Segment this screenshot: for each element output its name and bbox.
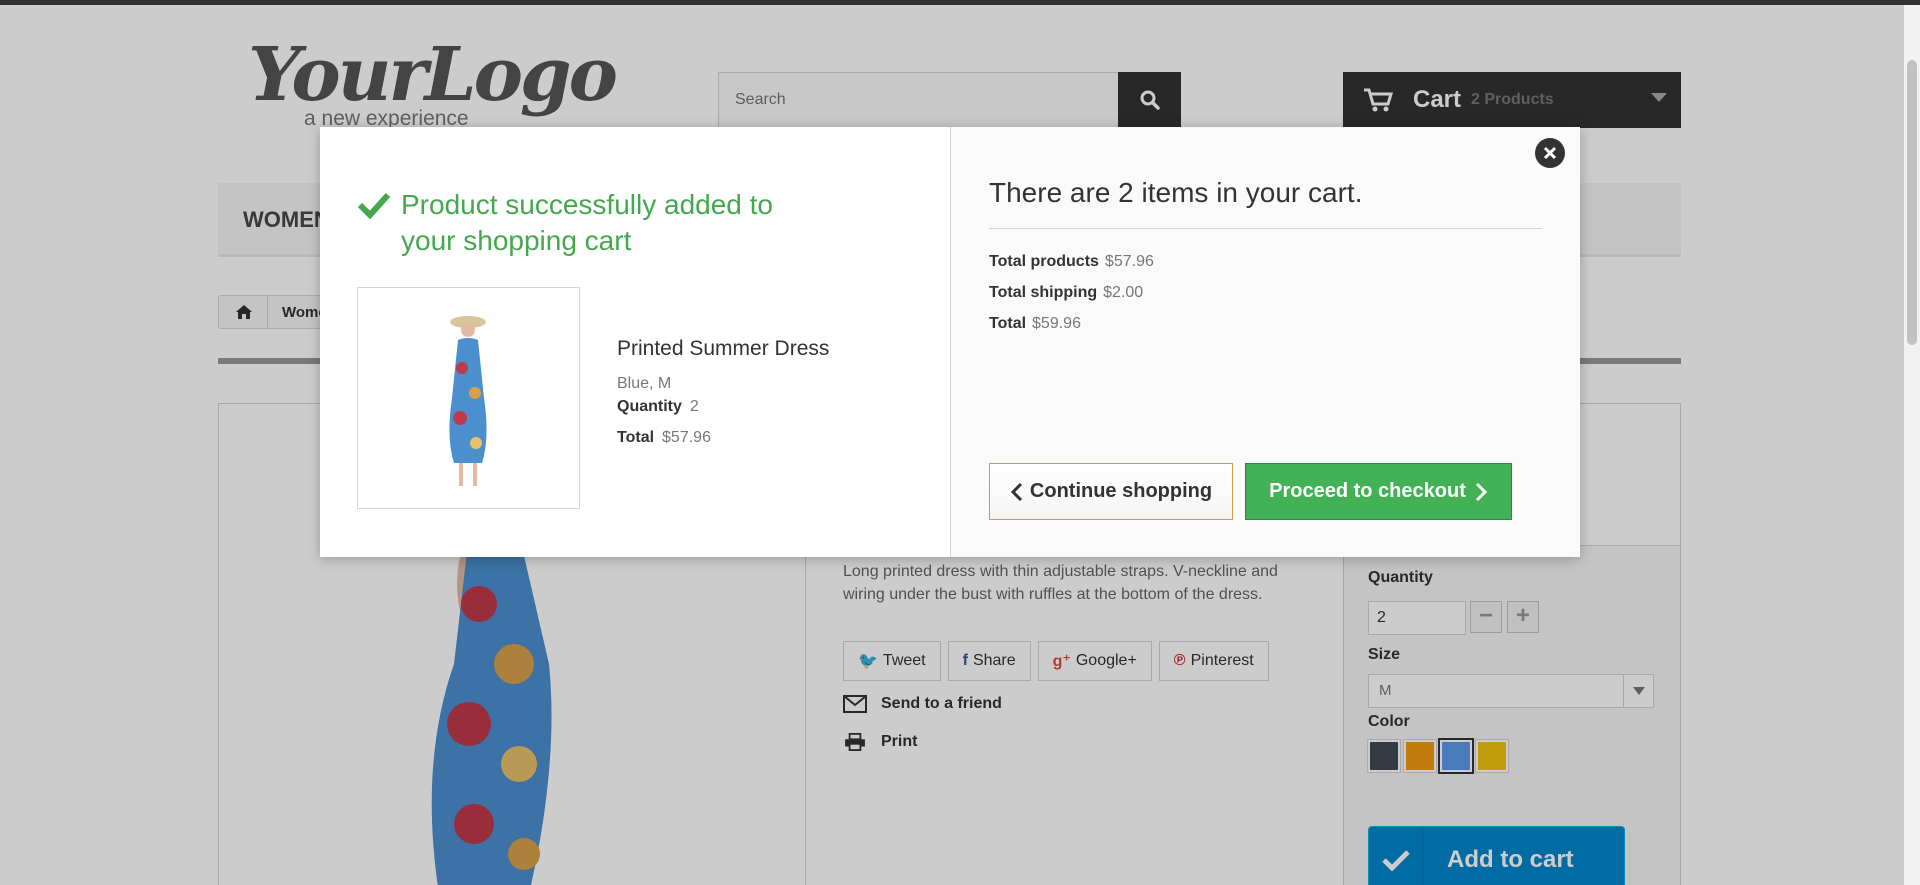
modal-cart-section: There are 2 items in your cart. Total pr… — [950, 127, 1580, 557]
added-to-cart-modal: Product successfully added to your shopp… — [320, 127, 1580, 557]
total-products-label: Total products — [989, 253, 1099, 270]
modal-product-attributes: Blue, M — [617, 375, 672, 392]
modal-product-name: Printed Summer Dress — [617, 337, 830, 360]
continue-shopping-label: Continue shopping — [1029, 480, 1213, 502]
grand-total-line: Total $59.96 — [989, 315, 1081, 333]
total-products-value: $57.96 — [1104, 253, 1154, 270]
modal-total-line: Total $57.96 — [617, 429, 711, 447]
success-text: Product successfully added to your shopp… — [401, 189, 773, 256]
success-message: Product successfully added to your shopp… — [357, 187, 821, 259]
modal-product-image — [357, 287, 580, 509]
modal-quantity-line: Quantity 2 — [617, 398, 699, 416]
total-shipping-value: $2.00 — [1103, 284, 1144, 301]
total-products-line: Total products $57.96 — [989, 253, 1154, 271]
modal-total-value: $57.96 — [662, 429, 711, 446]
scrollbar-thumb[interactable] — [1907, 60, 1917, 345]
modal-quantity-label: Quantity — [617, 398, 682, 415]
divider — [989, 228, 1542, 229]
page-scrollbar[interactable] — [1904, 5, 1920, 885]
chevron-right-icon — [1475, 482, 1487, 501]
proceed-to-checkout-label: Proceed to checkout — [1269, 480, 1466, 502]
chevron-left-icon — [1010, 482, 1022, 501]
cart-summary-title: There are 2 items in your cart. — [989, 177, 1363, 208]
total-shipping-line: Total shipping $2.00 — [989, 284, 1143, 302]
close-modal-button[interactable] — [1535, 138, 1565, 168]
modal-total-label: Total — [617, 429, 655, 446]
grand-total-label: Total — [989, 315, 1027, 332]
modal-quantity-value: 2 — [689, 398, 699, 415]
modal-product-section: Product successfully added to your shopp… — [320, 127, 950, 557]
proceed-to-checkout-button[interactable]: Proceed to checkout — [1245, 463, 1512, 520]
continue-shopping-button[interactable]: Continue shopping — [989, 463, 1233, 520]
dress-thumbnail — [449, 316, 487, 486]
total-shipping-label: Total shipping — [989, 284, 1098, 301]
checkmark-icon — [357, 192, 391, 220]
grand-total-value: $59.96 — [1032, 315, 1081, 332]
close-icon — [1543, 146, 1557, 160]
